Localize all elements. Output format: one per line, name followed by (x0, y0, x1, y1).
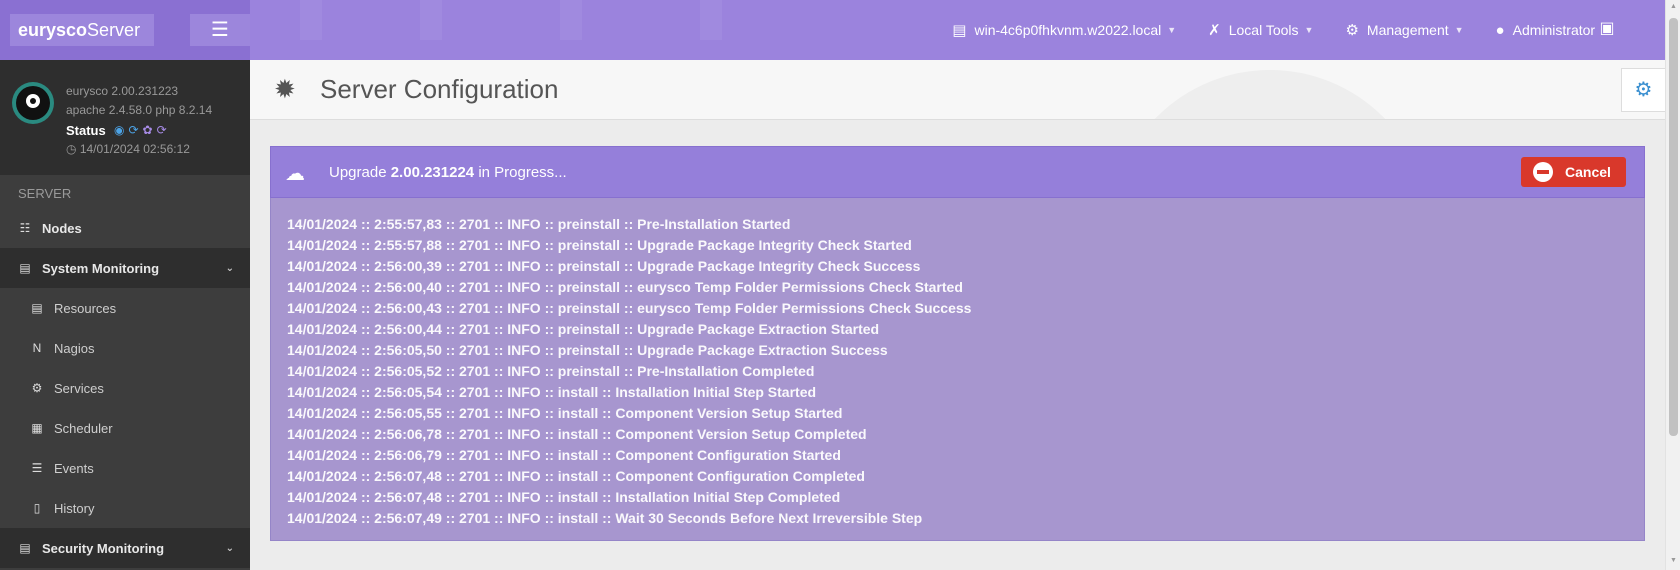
nagios-icon: N (32, 341, 42, 355)
scroll-thumb[interactable] (1669, 18, 1678, 436)
cloud-download-icon: ☁ (285, 163, 305, 185)
sidebar-item-nagios[interactable]: N Nagios (0, 328, 250, 368)
user-label: Administrator (1512, 22, 1596, 38)
sidebar-item-nodes[interactable]: ☷ Nodes (0, 208, 250, 248)
sidebar-item-services[interactable]: ⚙ Services (0, 368, 250, 408)
book-icon: ▯ (33, 501, 41, 515)
page-scrollbar[interactable]: ▲ ▼ (1665, 0, 1680, 570)
user-dropdown[interactable]: ● Administrator ▼ (1496, 22, 1610, 39)
clock-timestamp: ◷ 14/01/2024 02:56:12 (66, 142, 190, 156)
log-line: 14/01/2024 :: 2:56:07,49 :: 2701 :: INFO… (287, 510, 923, 526)
log-line: 14/01/2024 :: 2:56:06,79 :: 2701 :: INFO… (287, 447, 841, 463)
host-label: win-4c6p0fhkvnm.w2022.local (974, 22, 1162, 38)
sidebar-item-events[interactable]: ☰ Events (0, 448, 250, 488)
hamburger-icon: ☰ (211, 19, 229, 41)
log-line: 14/01/2024 :: 2:56:05,50 :: 2701 :: INFO… (287, 342, 888, 358)
server-icon: ▤ (31, 301, 43, 315)
sidebar-item-history[interactable]: ▯ History (0, 488, 250, 528)
tools-icon: ✗ (1208, 22, 1221, 39)
status-refresh-icon: ⟳ (156, 123, 167, 137)
server-info-panel: eurysco 2.00.231223 apache 2.4.58.0 php … (0, 60, 250, 175)
management-dropdown[interactable]: ⚙ Management ▼ (1345, 21, 1463, 39)
settings-button[interactable]: ⚙ (1621, 68, 1665, 112)
status-spin-icon: ✿ (142, 123, 153, 137)
top-nav-menu: ▤ win-4c6p0fhkvnm.w2022.local ▼ ✗ Local … (920, 0, 1610, 60)
log-line: 14/01/2024 :: 2:56:00,43 :: 2701 :: INFO… (287, 300, 972, 316)
section-label-server: SERVER (18, 186, 72, 201)
fullscreen-icon: ▣ (1599, 20, 1615, 37)
log-line: 14/01/2024 :: 2:55:57,83 :: 2701 :: INFO… (287, 216, 791, 232)
eurysco-logo-avatar (12, 82, 54, 124)
log-line: 14/01/2024 :: 2:56:05,52 :: 2701 :: INFO… (287, 363, 815, 379)
local-tools-label: Local Tools (1228, 22, 1299, 38)
chevron-down-icon: ⌄ (225, 262, 234, 274)
page-title: Server Configuration (320, 74, 559, 104)
management-label: Management (1366, 22, 1449, 38)
chevron-down-icon: ⌄ (225, 542, 234, 554)
life-ring-icon: ✹ (274, 74, 296, 104)
server-icon: ▤ (952, 22, 967, 39)
cog-icon: ⚙ (31, 381, 43, 395)
status-icons: ◉ ⟳ ✿ ⟳ (114, 123, 171, 137)
log-line: 14/01/2024 :: 2:56:00,39 :: 2701 :: INFO… (287, 258, 921, 274)
clock-icon: ◷ (66, 142, 77, 156)
caret-down-icon: ▼ (1454, 25, 1464, 35)
sidebar: eurysco 2.00.231223 apache 2.4.58.0 php … (0, 60, 250, 570)
monitor-icon: ▤ (19, 261, 31, 275)
caret-down-icon: ▼ (1304, 25, 1314, 35)
sidebar-item-security-monitoring[interactable]: ▤ Security Monitoring ⌄ (0, 528, 250, 568)
fullscreen-button[interactable]: ▣ (1596, 18, 1618, 40)
local-tools-dropdown[interactable]: ✗ Local Tools ▼ (1208, 21, 1313, 39)
content-header: ✹ Server Configuration ⚙ (250, 60, 1665, 120)
log-line: 14/01/2024 :: 2:55:57,88 :: 2701 :: INFO… (287, 237, 912, 253)
sidebar-item-resources[interactable]: ▤ Resources (0, 288, 250, 328)
gear-icon: ⚙ (1634, 79, 1653, 101)
status-label: Status (66, 123, 106, 138)
log-line: 14/01/2024 :: 2:56:00,40 :: 2701 :: INFO… (287, 279, 963, 295)
status-ok-icon: ◉ (114, 123, 125, 137)
log-line: 14/01/2024 :: 2:56:07,48 :: 2701 :: INFO… (287, 468, 865, 484)
log-line: 14/01/2024 :: 2:56:07,48 :: 2701 :: INFO… (287, 489, 841, 505)
caret-down-icon: ▼ (1167, 25, 1177, 35)
sidebar-item-scheduler[interactable]: ▦ Scheduler (0, 408, 250, 448)
calendar-icon: ▦ (31, 421, 43, 435)
upgrade-log: 14/01/2024 :: 2:55:57,83 :: 2701 :: INFO… (270, 198, 1645, 541)
brand-area: euryscoServer ☰ (0, 0, 250, 60)
sidebar-toggle-button[interactable]: ☰ (190, 14, 250, 46)
log-line: 14/01/2024 :: 2:56:05,54 :: 2701 :: INFO… (287, 384, 817, 400)
status-sync-icon: ⟳ (128, 123, 139, 137)
version-text: eurysco 2.00.231223 (66, 84, 179, 98)
sidebar-item-system-monitoring[interactable]: ▤ System Monitoring ⌄ (0, 248, 250, 288)
minus-circle-icon (1533, 162, 1553, 182)
user-icon: ● (1495, 21, 1505, 39)
top-navbar: euryscoServer ☰ ▤ win-4c6p0fhkvnm.w2022.… (0, 0, 1680, 60)
cancel-button[interactable]: Cancel (1521, 157, 1626, 187)
log-line: 14/01/2024 :: 2:56:00,44 :: 2701 :: INFO… (287, 321, 880, 337)
scroll-down-arrow-icon[interactable]: ▼ (1669, 557, 1678, 567)
log-line: 14/01/2024 :: 2:56:05,55 :: 2701 :: INFO… (287, 405, 843, 421)
cogs-icon: ⚙ (1345, 22, 1359, 39)
sitemap-icon: ☷ (19, 221, 31, 235)
host-dropdown[interactable]: ▤ win-4c6p0fhkvnm.w2022.local ▼ (952, 21, 1176, 39)
log-line: 14/01/2024 :: 2:56:06,78 :: 2701 :: INFO… (287, 426, 867, 442)
list-icon: ☰ (31, 461, 43, 475)
stack-text: apache 2.4.58.0 php 8.2.14 (66, 103, 213, 117)
upgrade-status-text: Upgrade 2.00.231224 in Progress... (329, 164, 567, 181)
scroll-up-arrow-icon[interactable]: ▲ (1669, 3, 1678, 13)
shield-list-icon: ▤ (19, 541, 31, 555)
brand-logo[interactable]: euryscoServer (10, 14, 154, 46)
upgrade-panel-header: ☁ Upgrade 2.00.231224 in Progress... Can… (270, 146, 1645, 198)
